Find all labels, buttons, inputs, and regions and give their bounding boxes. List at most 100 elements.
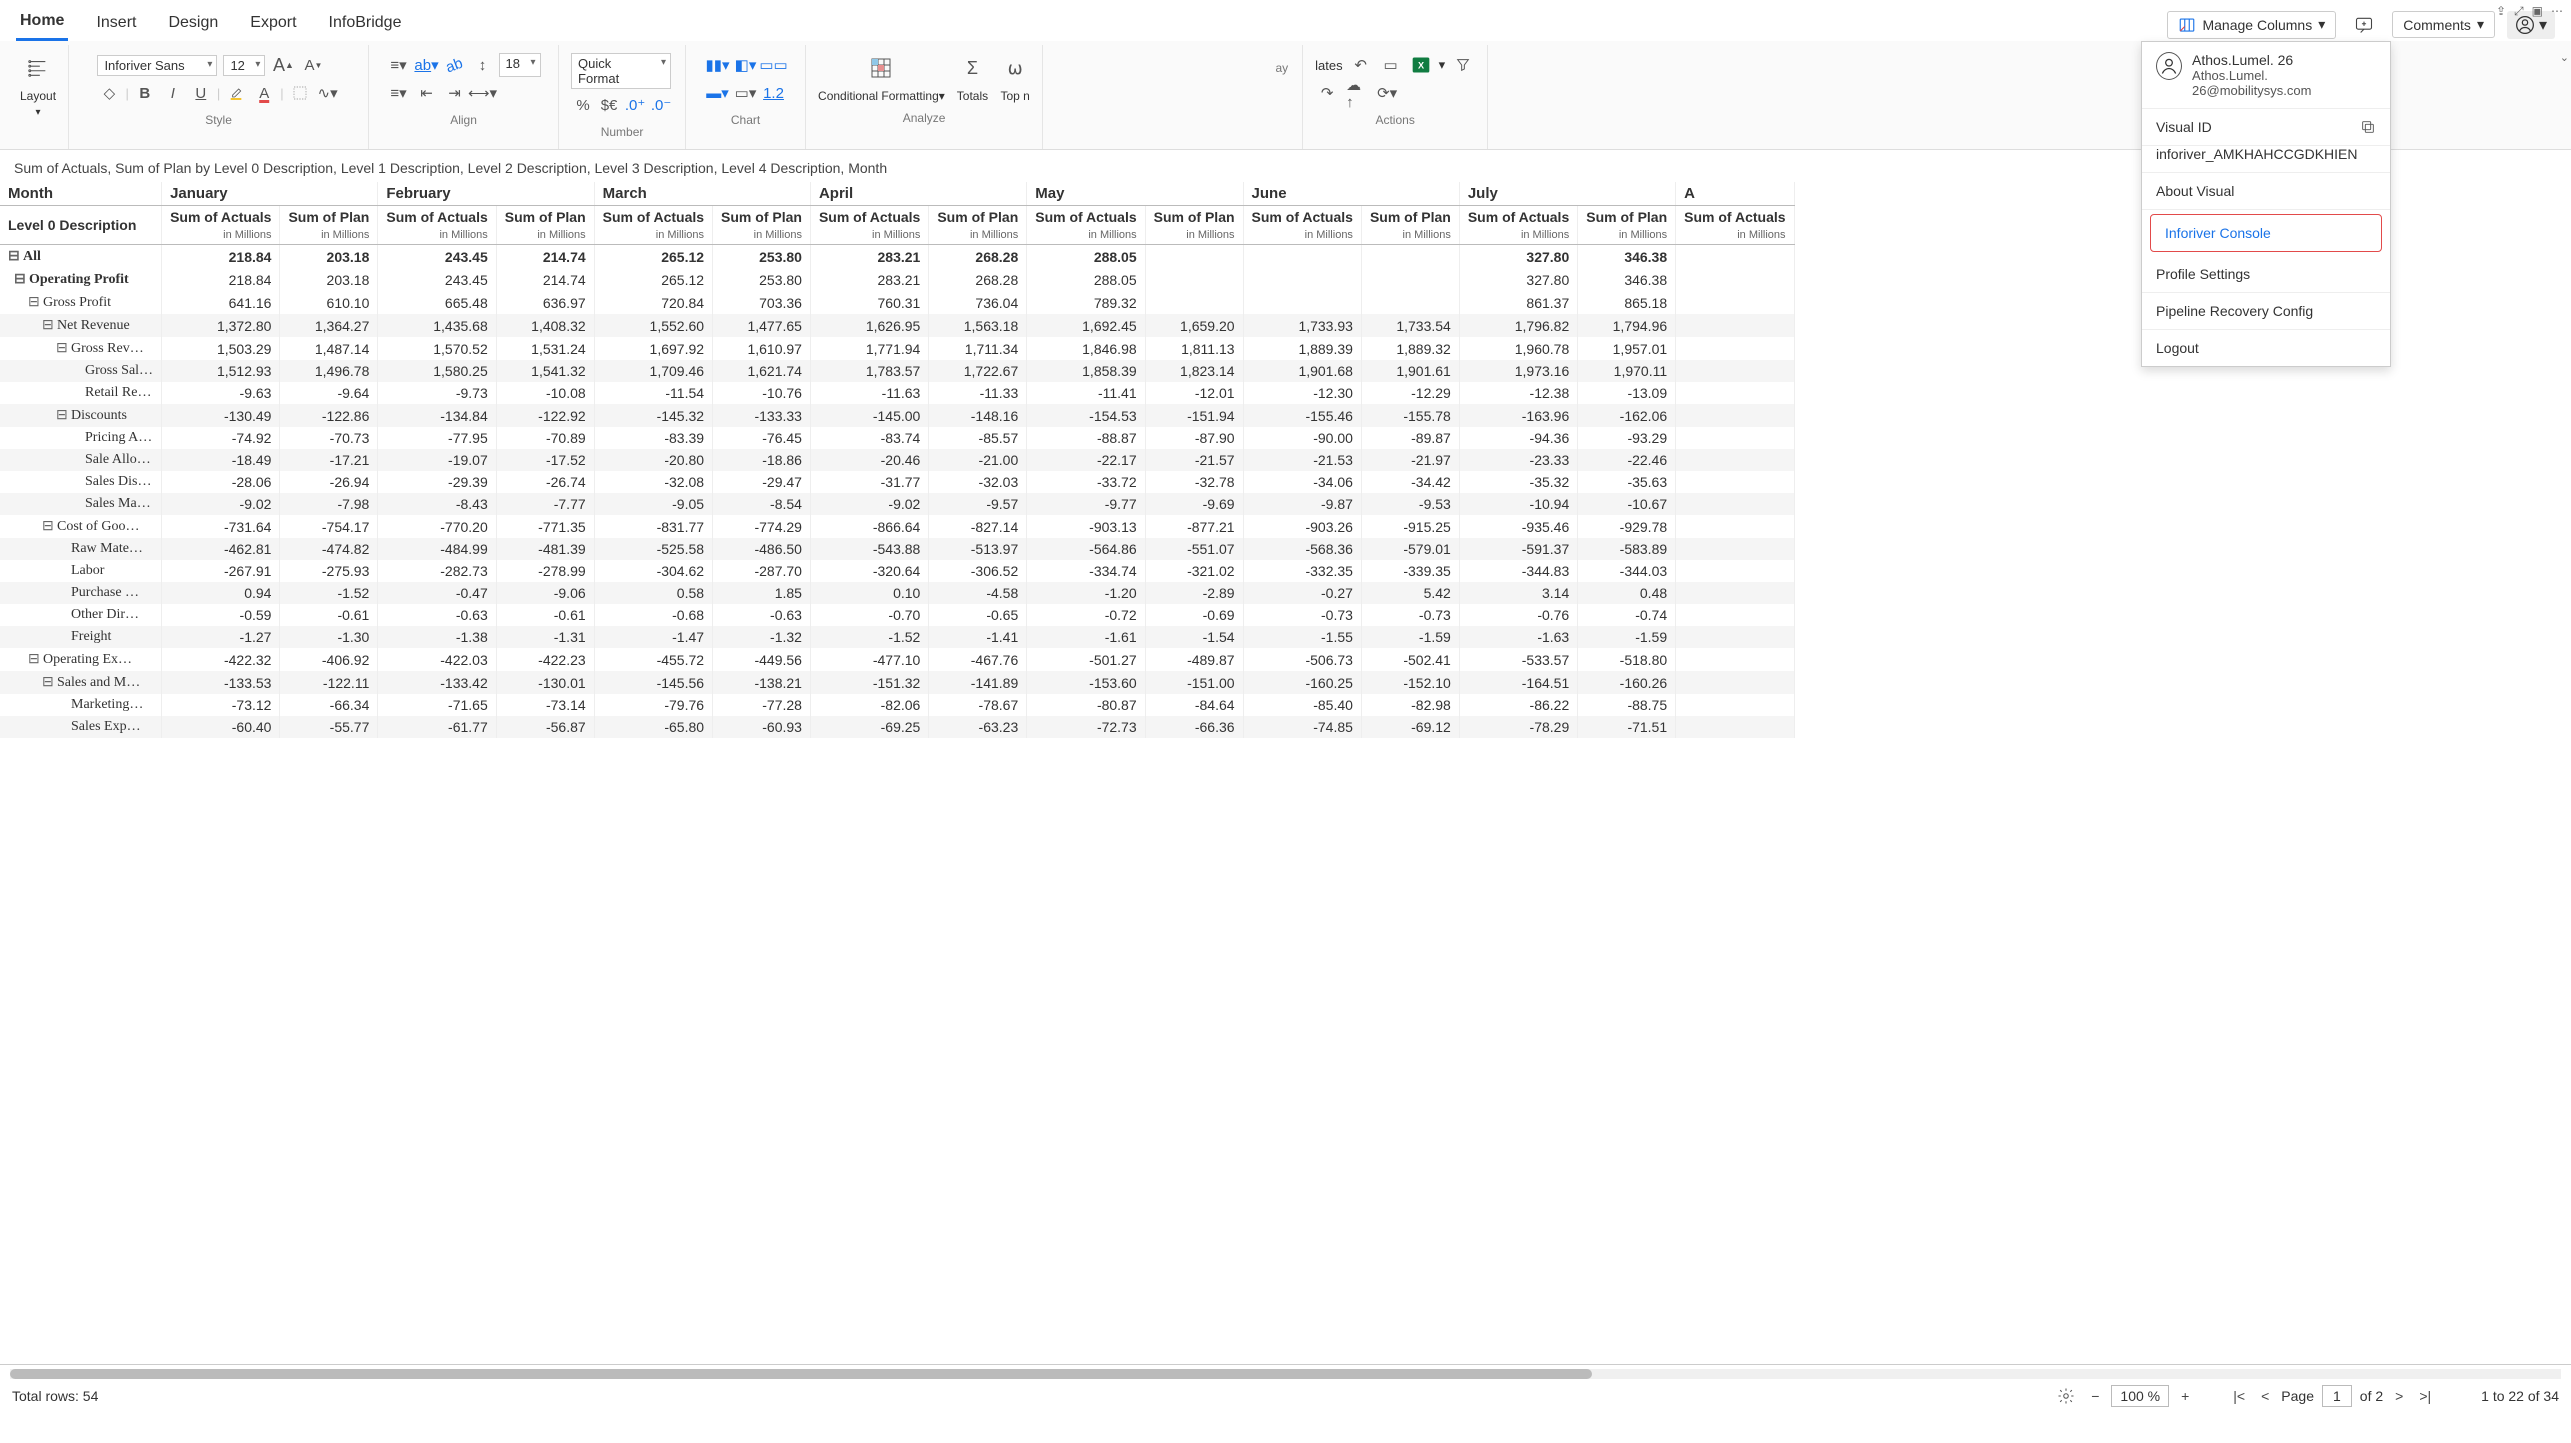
clear-format-icon[interactable]: ◇	[97, 81, 121, 105]
zoom-out-icon[interactable]: −	[2087, 1388, 2103, 1404]
cell[interactable]: 288.05	[1027, 268, 1145, 291]
cell[interactable]: -61.77	[378, 716, 496, 738]
cell[interactable]: -827.14	[929, 515, 1027, 538]
cell[interactable]: 636.97	[496, 291, 594, 314]
cell[interactable]	[1243, 291, 1361, 314]
cell[interactable]: -20.80	[594, 449, 712, 471]
row-label[interactable]: ⊟Cost of Goo…	[0, 515, 162, 538]
cell[interactable]: -0.61	[280, 604, 378, 626]
cell[interactable]: 288.05	[1027, 245, 1145, 269]
bar-chart-icon[interactable]: ▮▮▾	[706, 53, 730, 77]
cell[interactable]	[1676, 716, 1794, 738]
cell[interactable]: -154.53	[1027, 404, 1145, 427]
cell[interactable]: -29.47	[713, 471, 811, 493]
cell[interactable]: -0.59	[162, 604, 280, 626]
cell[interactable]: -422.32	[162, 648, 280, 671]
cell[interactable]: -26.74	[496, 471, 594, 493]
cell[interactable]: -72.73	[1027, 716, 1145, 738]
cell[interactable]: 1,889.32	[1361, 337, 1459, 360]
tab-insert[interactable]: Insert	[92, 10, 140, 40]
cell[interactable]: 0.58	[594, 582, 712, 604]
cell[interactable]: 214.74	[496, 245, 594, 269]
cell[interactable]: -1.47	[594, 626, 712, 648]
cell[interactable]: -9.02	[162, 493, 280, 515]
cell[interactable]: -0.73	[1361, 604, 1459, 626]
cell[interactable]: -9.53	[1361, 493, 1459, 515]
cell[interactable]: -0.74	[1578, 604, 1676, 626]
table-row[interactable]: ⊟Cost of Goo…-731.64-754.17-770.20-771.3…	[0, 515, 1794, 538]
cell[interactable]: -33.72	[1027, 471, 1145, 493]
cell[interactable]	[1676, 449, 1794, 471]
cell[interactable]: -18.86	[713, 449, 811, 471]
cell[interactable]	[1243, 245, 1361, 269]
cell[interactable]: -66.36	[1145, 716, 1243, 738]
cell[interactable]: 0.10	[810, 582, 928, 604]
row-label[interactable]: ⊟Sales and M…	[0, 671, 162, 694]
measure-header[interactable]: Sum of Actualsin Millions	[1676, 206, 1794, 245]
measure-header[interactable]: Sum of Actualsin Millions	[594, 206, 712, 245]
cell[interactable]: -0.27	[1243, 582, 1361, 604]
cell[interactable]	[1676, 404, 1794, 427]
cell[interactable]: -568.36	[1243, 538, 1361, 560]
cell[interactable]	[1361, 291, 1459, 314]
expand-icon[interactable]: ⊟	[42, 317, 54, 334]
ribbon-collapse-icon[interactable]: ⌄	[2560, 51, 2569, 64]
cell[interactable]: 1,435.68	[378, 314, 496, 337]
cell[interactable]: -65.80	[594, 716, 712, 738]
table-row[interactable]: ⊟Gross Rev…1,503.291,487.141,570.521,531…	[0, 337, 1794, 360]
cell[interactable]	[1676, 560, 1794, 582]
measure-header[interactable]: Sum of Planin Millions	[929, 206, 1027, 245]
cell[interactable]: 1,364.27	[280, 314, 378, 337]
measure-header[interactable]: Sum of Actualsin Millions	[1459, 206, 1577, 245]
cell[interactable]	[1361, 245, 1459, 269]
cell[interactable]: -73.12	[162, 694, 280, 716]
cell[interactable]: 1,733.54	[1361, 314, 1459, 337]
cell[interactable]: -2.89	[1145, 582, 1243, 604]
cell[interactable]: -0.63	[378, 604, 496, 626]
cell[interactable]: -10.08	[496, 382, 594, 404]
cell[interactable]: -151.32	[810, 671, 928, 694]
cell[interactable]: 1,771.94	[810, 337, 928, 360]
cell[interactable]: -162.06	[1578, 404, 1676, 427]
cell[interactable]: -13.09	[1578, 382, 1676, 404]
cell[interactable]: -66.34	[280, 694, 378, 716]
row-label[interactable]: ⊟Gross Profit	[0, 291, 162, 314]
decrease-decimal-icon[interactable]: .0⁻	[649, 93, 673, 117]
last-page-icon[interactable]: >|	[2415, 1388, 2435, 1404]
cell[interactable]	[1676, 604, 1794, 626]
top-n-icon[interactable]: ⍵	[1000, 53, 1030, 83]
cell[interactable]: -12.30	[1243, 382, 1361, 404]
cell[interactable]	[1361, 268, 1459, 291]
expand-icon[interactable]: ⊟	[42, 674, 54, 691]
cell[interactable]	[1676, 493, 1794, 515]
table-row[interactable]: Raw Mate…-462.81-474.82-484.99-481.39-52…	[0, 538, 1794, 560]
wrap-text-icon[interactable]: ab▾	[415, 53, 439, 77]
increase-indent-icon[interactable]: ⇥	[443, 81, 467, 105]
cell[interactable]: 1,477.65	[713, 314, 811, 337]
cell[interactable]: -533.57	[1459, 648, 1577, 671]
tab-design[interactable]: Design	[164, 10, 222, 40]
cell[interactable]: -731.64	[162, 515, 280, 538]
cell[interactable]: -82.98	[1361, 694, 1459, 716]
cell[interactable]: -145.32	[594, 404, 712, 427]
cell[interactable]: -771.35	[496, 515, 594, 538]
table-row[interactable]: Marketing…-73.12-66.34-71.65-73.14-79.76…	[0, 694, 1794, 716]
zoom-in-icon[interactable]: +	[2177, 1388, 2193, 1404]
measure-header[interactable]: Sum of Planin Millions	[713, 206, 811, 245]
cell[interactable]: -63.23	[929, 716, 1027, 738]
cell[interactable]: -1.61	[1027, 626, 1145, 648]
cell[interactable]	[1676, 427, 1794, 449]
bullet-chart-icon[interactable]: ▭▾	[734, 81, 758, 105]
cell[interactable]: -28.06	[162, 471, 280, 493]
expand-icon[interactable]: ⊟	[56, 340, 68, 357]
cell[interactable]: -80.87	[1027, 694, 1145, 716]
totals-icon[interactable]: Σ	[957, 53, 987, 83]
cell[interactable]: -0.63	[713, 604, 811, 626]
cell[interactable]: -34.06	[1243, 471, 1361, 493]
row-label[interactable]: Raw Mate…	[0, 538, 162, 560]
cell[interactable]: 1,796.82	[1459, 314, 1577, 337]
cell[interactable]: -155.78	[1361, 404, 1459, 427]
cell[interactable]: 1.85	[713, 582, 811, 604]
cell[interactable]: -866.64	[810, 515, 928, 538]
cell[interactable]: -141.89	[929, 671, 1027, 694]
